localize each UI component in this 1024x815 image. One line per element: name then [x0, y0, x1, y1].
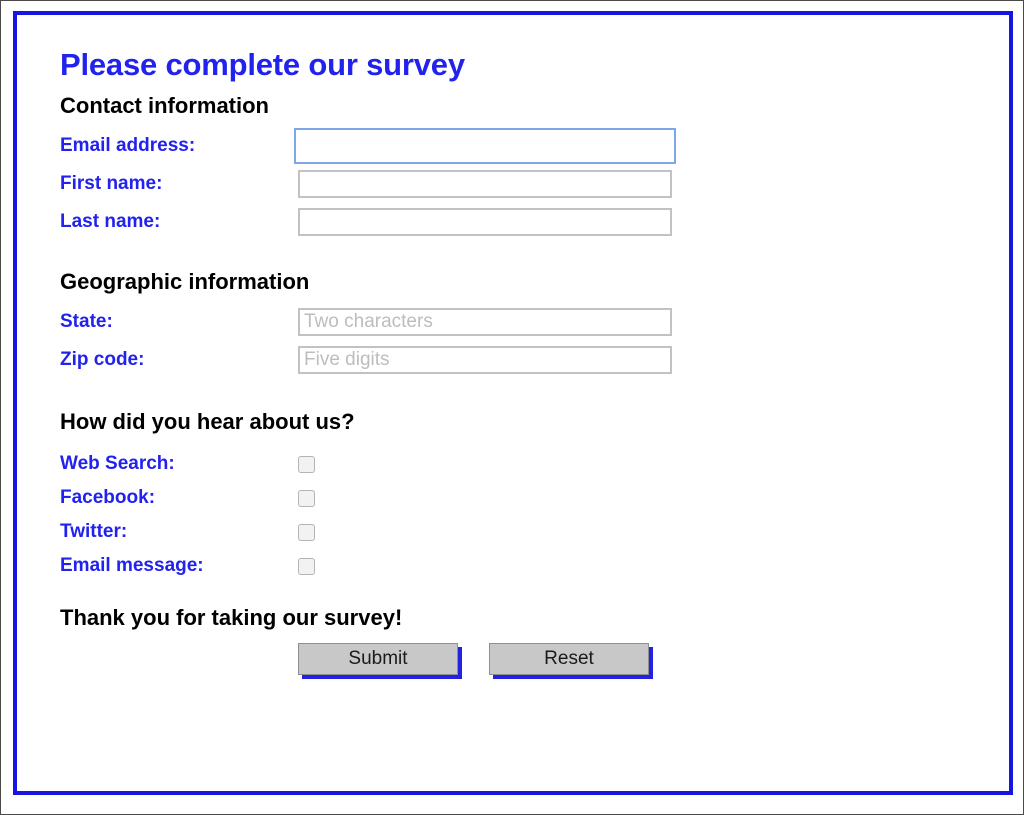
- field-row-last-name: Last name:: [60, 203, 760, 241]
- field-row-first-name: First name:: [60, 165, 760, 203]
- last-name-label: Last name:: [60, 211, 161, 232]
- page-title: Please complete our survey: [60, 47, 465, 82]
- zip-code-label: Zip code:: [60, 349, 145, 370]
- state-label: State:: [60, 311, 113, 332]
- survey-form: Please complete our survey Contact infor…: [60, 47, 760, 675]
- check-row-email-message: Email message:: [60, 549, 760, 583]
- state-field[interactable]: [298, 308, 672, 336]
- form-actions: Submit Reset: [298, 643, 760, 675]
- email-field[interactable]: [296, 130, 674, 162]
- field-row-zip-code: Zip code:: [60, 341, 760, 379]
- twitter-label: Twitter:: [60, 521, 128, 542]
- first-name-field[interactable]: [298, 170, 672, 198]
- thank-you-message: Thank you for taking our survey!: [60, 605, 403, 630]
- first-name-label: First name:: [60, 173, 163, 194]
- reset-button[interactable]: Reset: [489, 643, 649, 675]
- check-row-web-search: Web Search:: [60, 447, 760, 481]
- check-row-twitter: Twitter:: [60, 515, 760, 549]
- geographic-section-heading: Geographic information: [60, 269, 310, 294]
- survey-frame: Please complete our survey Contact infor…: [13, 11, 1013, 795]
- email-message-label: Email message:: [60, 555, 204, 576]
- submit-button[interactable]: Submit: [298, 643, 458, 675]
- page-background: Please complete our survey Contact infor…: [0, 0, 1024, 815]
- referral-section-heading: How did you hear about us?: [60, 409, 355, 434]
- last-name-field[interactable]: [298, 208, 672, 236]
- twitter-checkbox[interactable]: [298, 523, 315, 541]
- web-search-label: Web Search:: [60, 453, 175, 474]
- zip-code-field[interactable]: [298, 346, 672, 374]
- facebook-label: Facebook:: [60, 487, 156, 508]
- web-search-checkbox[interactable]: [298, 455, 315, 473]
- email-message-checkbox[interactable]: [298, 557, 315, 575]
- field-row-email: Email address:: [60, 127, 760, 165]
- field-row-state: State:: [60, 303, 760, 341]
- contact-section-heading: Contact information: [60, 93, 269, 118]
- check-row-facebook: Facebook:: [60, 481, 760, 515]
- email-label: Email address:: [60, 135, 196, 156]
- facebook-checkbox[interactable]: [298, 489, 315, 507]
